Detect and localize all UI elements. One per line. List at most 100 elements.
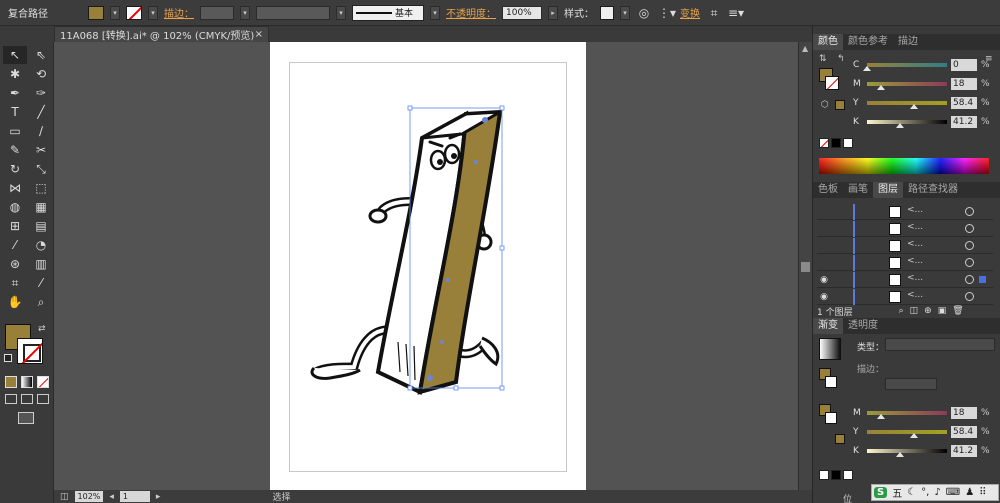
color-channel-value[interactable]: 41.2 bbox=[951, 116, 977, 128]
style-dropdown[interactable]: ▾ bbox=[620, 5, 630, 20]
gradient-slider-track[interactable] bbox=[867, 449, 947, 457]
gradient-slider-knob[interactable] bbox=[877, 414, 886, 419]
gradient-slider-track[interactable] bbox=[867, 411, 947, 419]
gradient-closest-swatch[interactable] bbox=[835, 434, 845, 444]
lasso-tool-icon[interactable]: ⟲ bbox=[29, 65, 53, 83]
shirt-icon[interactable]: ♟ bbox=[965, 487, 974, 498]
gradient-channel-value[interactable]: 18 bbox=[951, 407, 977, 419]
gradient-channel-value[interactable]: 41.2 bbox=[951, 445, 977, 457]
gradient-slider-knob[interactable] bbox=[909, 433, 918, 438]
scroll-up-icon[interactable]: ▲ bbox=[802, 44, 808, 53]
tab-color[interactable]: 颜色 bbox=[813, 34, 843, 50]
layer-target-icon[interactable] bbox=[965, 275, 974, 284]
out-of-gamut-icon[interactable]: ⬡ bbox=[821, 100, 829, 110]
layer-row[interactable]: ◉ <... bbox=[817, 289, 993, 305]
page-field[interactable]: 1 bbox=[119, 491, 150, 502]
tab-gradient[interactable]: 渐变 bbox=[813, 318, 843, 334]
layer-row[interactable]: ◉ <... bbox=[817, 272, 993, 288]
magic-wand-tool-icon[interactable]: ✱ bbox=[3, 65, 27, 83]
default-colors-icon[interactable] bbox=[4, 354, 12, 362]
free-transform-tool-icon[interactable]: ⬚ bbox=[29, 179, 53, 197]
draw-behind-icon[interactable] bbox=[21, 394, 33, 404]
ime-toolbar[interactable]: S 五 ☾ °, ♪ ⌨ ♟ ⠿ bbox=[871, 484, 999, 501]
gradient-type-dropdown[interactable] bbox=[885, 338, 995, 351]
stroke-weight-field[interactable] bbox=[200, 5, 234, 20]
opacity-dropdown[interactable]: ▸ bbox=[548, 5, 558, 20]
gradient-mode-icon[interactable] bbox=[21, 376, 33, 388]
gradient-slider-knob[interactable] bbox=[895, 452, 904, 457]
variable-width-dropdown[interactable]: ▾ bbox=[336, 5, 346, 20]
white-color-swatch[interactable] bbox=[843, 138, 853, 148]
pen-tool-icon[interactable]: ✒ bbox=[3, 84, 27, 102]
make-clipping-mask-icon[interactable]: ◫ bbox=[910, 306, 919, 316]
scale-tool-icon[interactable]: ⤡ bbox=[29, 160, 53, 178]
opacity-field[interactable]: 100% bbox=[502, 5, 542, 20]
layer-name[interactable]: <... bbox=[907, 290, 923, 300]
tab-brushes[interactable]: 画笔 bbox=[843, 182, 873, 198]
mesh-tool-icon[interactable]: ⊞ bbox=[3, 217, 27, 235]
color-slider-knob[interactable] bbox=[895, 123, 904, 128]
color-spectrum[interactable] bbox=[819, 158, 989, 174]
vertical-scrollbar[interactable]: ▲ bbox=[798, 42, 812, 490]
stroke-swatch[interactable] bbox=[17, 338, 43, 364]
gradient-black-swatch[interactable] bbox=[831, 470, 841, 480]
tab-transparency[interactable]: 透明度 bbox=[843, 318, 883, 334]
layer-name[interactable]: <... bbox=[907, 239, 923, 249]
gradient-angle-field[interactable] bbox=[885, 378, 937, 390]
draw-inside-icon[interactable] bbox=[37, 394, 49, 404]
layer-name[interactable]: <... bbox=[907, 222, 923, 232]
gradient-stroke-swatch-2[interactable] bbox=[825, 412, 837, 424]
gradient-none-swatch[interactable] bbox=[819, 470, 829, 480]
draw-mode-icon[interactable] bbox=[5, 394, 17, 404]
artboard-nav-icon[interactable]: ◫ bbox=[60, 492, 69, 502]
locate-object-icon[interactable]: ⌕ bbox=[899, 306, 904, 316]
document-tab[interactable]: 11A068 [转换].ai* @ 102% (CMYK/预览) × bbox=[54, 26, 269, 42]
canvas[interactable] bbox=[54, 42, 798, 490]
color-slider-knob[interactable] bbox=[863, 66, 871, 71]
panel-menu-icon[interactable]: ↰ bbox=[837, 54, 845, 64]
vertical-scroll-thumb[interactable] bbox=[801, 262, 810, 272]
gradient-stroke-swatch[interactable] bbox=[825, 376, 837, 388]
tab-stroke[interactable]: 描边 bbox=[893, 34, 923, 50]
layer-target-icon[interactable] bbox=[965, 207, 974, 216]
closest-color-swatch[interactable] bbox=[835, 100, 845, 110]
opacity-label[interactable]: 不透明度： bbox=[446, 5, 496, 20]
brush-definition[interactable]: 基本 bbox=[352, 4, 424, 21]
color-slider-track[interactable] bbox=[867, 120, 947, 128]
french-fry-character-artwork[interactable] bbox=[270, 42, 586, 490]
align-icon[interactable]: ⋮▾ bbox=[658, 5, 676, 21]
tab-layers[interactable]: 图层 bbox=[873, 182, 903, 198]
layer-row[interactable]: <... bbox=[817, 221, 993, 237]
color-mode-icon[interactable] bbox=[5, 376, 17, 388]
fill-color-swatch[interactable] bbox=[88, 5, 104, 20]
perspective-grid-tool-icon[interactable]: ▦ bbox=[29, 198, 53, 216]
recolor-artwork-icon[interactable]: ◎ bbox=[636, 5, 652, 21]
tab-swatches[interactable]: 色板 bbox=[813, 182, 843, 198]
prev-artboard-icon[interactable]: ◂ bbox=[109, 492, 114, 502]
layer-target-icon[interactable] bbox=[965, 258, 974, 267]
transform-link[interactable]: 变换 bbox=[680, 5, 700, 20]
layer-row[interactable]: <... bbox=[817, 238, 993, 254]
new-layer-icon[interactable]: ▣ bbox=[938, 306, 947, 316]
layer-name[interactable]: <... bbox=[907, 273, 923, 283]
swap-fill-stroke-icon[interactable]: ⇄ bbox=[38, 324, 46, 334]
delete-layer-icon[interactable]: 🗑 bbox=[952, 306, 963, 316]
gradient-slider-track[interactable] bbox=[867, 430, 947, 438]
artboard[interactable] bbox=[270, 42, 586, 490]
grid-icon[interactable]: ⠿ bbox=[979, 487, 986, 498]
variable-width-field[interactable] bbox=[256, 5, 330, 20]
blend-tool-icon[interactable]: ◔ bbox=[29, 236, 53, 254]
shape-builder-tool-icon[interactable]: ◍ bbox=[3, 198, 27, 216]
next-artboard-icon[interactable]: ▸ bbox=[156, 492, 161, 502]
layer-name[interactable]: <... bbox=[907, 256, 923, 266]
gradient-white-swatch[interactable] bbox=[843, 470, 853, 480]
symbol-sprayer-tool-icon[interactable]: ⊛ bbox=[3, 255, 27, 273]
scissors-tool-icon[interactable]: ✂ bbox=[29, 141, 53, 159]
color-slider-track[interactable] bbox=[867, 101, 947, 109]
paintbrush-tool-icon[interactable]: ∕ bbox=[29, 122, 53, 140]
direct-selection-tool-icon[interactable]: ⇖ bbox=[29, 46, 53, 64]
color-channel-value[interactable]: 58.4 bbox=[951, 97, 977, 109]
zoom-tool-icon[interactable]: ⌕ bbox=[29, 293, 53, 311]
mic-icon[interactable]: ♪ bbox=[934, 487, 940, 498]
color-slider-knob[interactable] bbox=[877, 85, 886, 90]
